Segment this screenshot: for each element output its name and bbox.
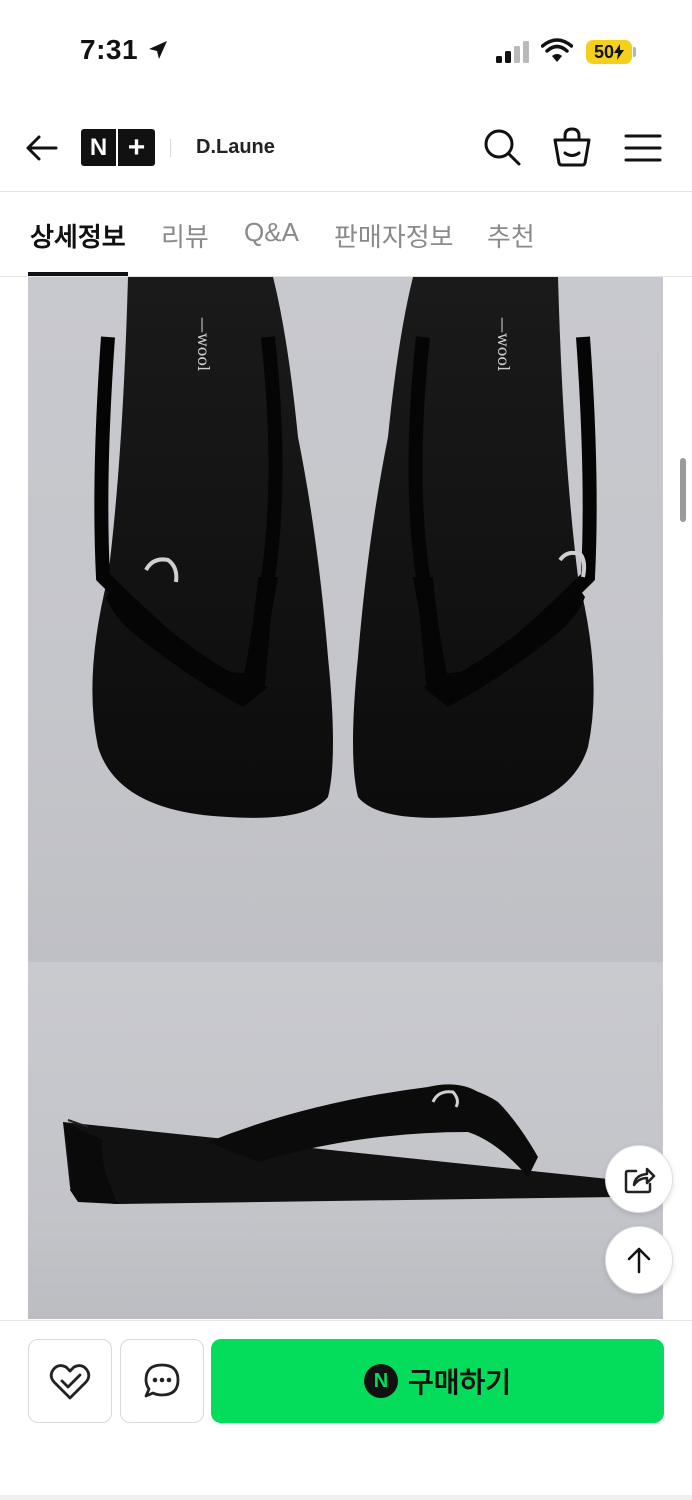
detail-tabs: 상세정보 리뷰 Q&A 판매자정보 추천 [0,193,692,277]
wifi-icon [541,38,573,62]
scroll-to-top-button[interactable] [605,1226,673,1294]
buy-button[interactable]: N 구매하기 [211,1339,664,1423]
hamburger-menu-icon [624,134,662,162]
search-icon [484,129,521,166]
product-detail-images: —wool —wool [28,277,663,1319]
tab-details[interactable]: 상세정보 [30,217,126,254]
share-icon [624,1167,656,1194]
tab-qna[interactable]: Q&A [244,217,299,248]
chat-bubble-icon [144,1363,180,1398]
status-time: 7:31 [80,34,139,65]
status-bar: 7:31 50 [0,0,692,100]
wishlist-button[interactable] [28,1339,112,1423]
insole-brand-text-left: —wool [194,317,213,371]
share-button[interactable] [605,1145,673,1213]
battery-indicator: 50 [586,40,632,64]
buy-button-label: 구매하기 [407,1367,512,1398]
charging-bolt-icon [614,44,625,60]
logo-n: N [81,129,118,166]
arrow-up-icon [627,1247,651,1274]
active-tab-indicator [28,272,128,276]
tab-reviews[interactable]: 리뷰 [161,217,209,254]
bottom-action-bar: N 구매하기 [0,1320,692,1500]
battery-level: 50 [593,41,615,62]
talk-inquiry-button[interactable] [120,1339,204,1423]
back-arrow-icon [26,135,58,161]
home-indicator-area [0,1495,692,1500]
naver-plus-logo[interactable]: N + [81,129,155,166]
top-header: N + D.Laune [0,100,692,192]
shopping-basket-icon [553,127,591,167]
naver-n-badge-icon: N [363,1364,398,1398]
battery-tip [633,47,636,57]
product-photo-top-view: —wool —wool [28,277,663,962]
insole-brand-text-right: —wool [494,317,513,371]
menu-button[interactable] [622,128,664,168]
tab-recommend[interactable]: 추천 [487,217,535,254]
cellular-signal-icon [496,41,529,63]
product-photo-side-view [28,962,663,1319]
heart-check-icon [49,1364,91,1400]
sandals-top-view-illustration: —wool —wool [92,277,597,818]
sandal-side-view-illustration [63,1084,623,1204]
header-divider [170,139,171,157]
cart-button[interactable] [550,126,594,168]
back-button[interactable] [22,128,62,168]
tab-seller-info[interactable]: 판매자정보 [334,217,454,254]
store-name[interactable]: D.Laune [196,136,275,159]
search-button[interactable] [481,126,523,168]
logo-plus: + [127,130,146,164]
location-arrow-icon [149,41,167,59]
page-scrollbar[interactable] [680,458,686,522]
